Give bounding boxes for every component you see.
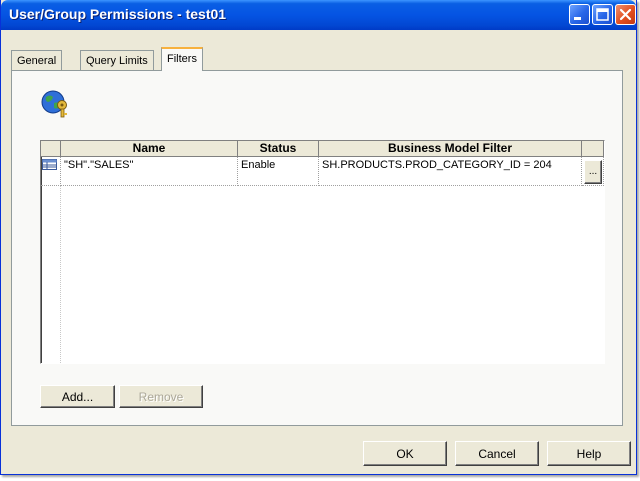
add-button[interactable]: Add... <box>40 385 115 408</box>
cancel-button[interactable]: Cancel <box>455 441 539 466</box>
column-header-status[interactable]: Status <box>238 141 319 157</box>
title-bar[interactable]: User/Group Permissions - test01 <box>1 0 636 30</box>
grid-empty-area <box>41 186 61 363</box>
minimize-icon <box>574 17 581 20</box>
filters-panel: Name Status Business Model Filter "SH"."… <box>11 70 623 426</box>
globe-key-icon <box>41 90 67 118</box>
column-header-name[interactable]: Name <box>61 141 238 157</box>
maximize-button[interactable] <box>592 4 613 25</box>
close-button[interactable] <box>615 4 636 25</box>
row-edit-cell: ... <box>582 157 604 186</box>
table-row-icon <box>42 159 57 170</box>
remove-button[interactable]: Remove <box>119 385 203 408</box>
row-name-cell[interactable]: "SH"."SALES" <box>61 157 238 186</box>
tab-general[interactable]: General <box>11 50 63 70</box>
close-icon <box>619 8 632 21</box>
filters-grid[interactable]: Name Status Business Model Filter "SH"."… <box>40 140 605 364</box>
maximize-icon <box>596 8 609 21</box>
ok-button[interactable]: OK <box>363 441 447 466</box>
row-filter-cell[interactable]: SH.PRODUCTS.PROD_CATEGORY_ID = 204 <box>319 157 582 186</box>
permissions-dialog: User/Group Permissions - test01 General … <box>0 0 637 475</box>
edit-filter-button[interactable]: ... <box>584 160 602 184</box>
row-selector[interactable] <box>41 157 61 186</box>
help-button[interactable]: Help <box>547 441 631 466</box>
window-title: User/Group Permissions - test01 <box>9 6 227 22</box>
tab-general-label: General <box>17 55 57 67</box>
row-status-cell[interactable]: Enable <box>238 157 319 186</box>
tab-filters-label: Filters <box>167 53 197 65</box>
tab-filters[interactable]: Filters <box>161 47 203 71</box>
tab-query-limits[interactable]: Query Limits <box>80 50 154 70</box>
tab-query-limits-label: Query Limits <box>86 55 148 67</box>
minimize-button[interactable] <box>569 4 590 25</box>
grid-corner-header <box>41 141 61 157</box>
column-header-edit <box>582 141 604 157</box>
column-header-filter[interactable]: Business Model Filter <box>319 141 582 157</box>
